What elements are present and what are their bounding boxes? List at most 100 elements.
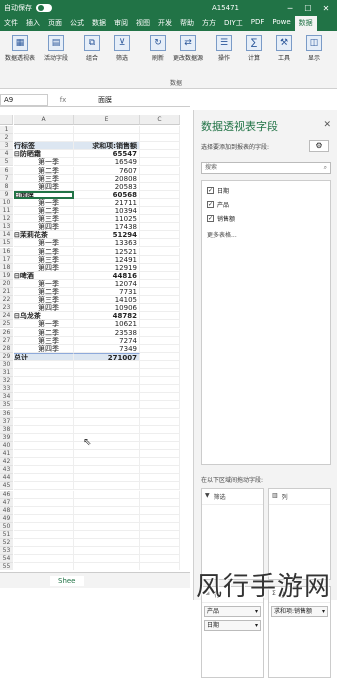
pivot-row-label[interactable] bbox=[14, 360, 74, 369]
table-cell[interactable] bbox=[140, 555, 180, 564]
row-header[interactable]: 52 bbox=[0, 539, 13, 548]
close-icon[interactable]: ✕ bbox=[323, 120, 331, 130]
table-cell[interactable] bbox=[140, 134, 180, 143]
table-cell[interactable] bbox=[140, 239, 180, 248]
field-checkbox[interactable]: ✓ bbox=[207, 201, 214, 208]
row-header[interactable]: 30 bbox=[0, 360, 13, 369]
row-header[interactable]: 37 bbox=[0, 417, 13, 426]
ribbon-tab[interactable]: 开发 bbox=[154, 16, 176, 31]
ribbon-button-active-field[interactable]: ▤ 活动字段 bbox=[38, 35, 74, 62]
pivot-value-cell[interactable] bbox=[74, 506, 140, 515]
row-header[interactable]: 26 bbox=[0, 328, 13, 337]
pivot-value-cell[interactable]: 16549 bbox=[74, 158, 140, 167]
table-cell[interactable] bbox=[140, 190, 180, 199]
pivot-value-cell[interactable]: 11025 bbox=[74, 215, 140, 224]
table-cell[interactable] bbox=[140, 166, 180, 175]
row-header[interactable]: 38 bbox=[0, 425, 13, 434]
table-cell[interactable] bbox=[140, 320, 180, 329]
pivot-row-label[interactable] bbox=[14, 514, 74, 523]
name-box[interactable]: A9 bbox=[0, 93, 48, 106]
table-cell[interactable] bbox=[140, 441, 180, 450]
table-cell[interactable] bbox=[140, 417, 180, 426]
pivot-value-cell[interactable]: 12919 bbox=[74, 263, 140, 272]
table-cell[interactable] bbox=[140, 474, 180, 483]
ribbon-tab[interactable]: 视图 bbox=[132, 16, 154, 31]
pivot-row-label[interactable]: 第四季 bbox=[14, 182, 74, 191]
table-cell[interactable] bbox=[140, 377, 180, 386]
pivot-value-cell[interactable] bbox=[74, 417, 140, 426]
pivot-row-label[interactable]: 第二季 bbox=[14, 247, 74, 256]
row-header[interactable]: 53 bbox=[0, 547, 13, 556]
row-header[interactable]: 46 bbox=[0, 490, 13, 499]
row-header[interactable]: 16 bbox=[0, 247, 13, 256]
row-header[interactable]: 3 bbox=[0, 142, 13, 151]
table-cell[interactable] bbox=[140, 142, 180, 151]
pivot-row-label[interactable] bbox=[14, 531, 74, 540]
pivot-value-cell[interactable] bbox=[74, 522, 140, 531]
table-cell[interactable] bbox=[140, 174, 180, 183]
pivot-value-cell[interactable] bbox=[74, 466, 140, 475]
column-header-c[interactable]: C bbox=[140, 115, 180, 125]
row-header[interactable]: 20 bbox=[0, 279, 13, 288]
table-cell[interactable] bbox=[140, 547, 180, 556]
row-header[interactable]: 7 bbox=[0, 174, 13, 183]
pivot-row-label[interactable]: ⊟面膜 bbox=[14, 190, 74, 199]
pivot-row-label[interactable] bbox=[14, 555, 74, 564]
pivot-value-cell[interactable]: 21711 bbox=[74, 198, 140, 207]
gear-icon[interactable]: ⚙ bbox=[309, 140, 329, 152]
row-header[interactable]: 34 bbox=[0, 393, 13, 402]
minimize-button[interactable]: ─ bbox=[283, 4, 297, 13]
ribbon-tab[interactable]: 文件 bbox=[0, 16, 22, 31]
row-header[interactable]: 14 bbox=[0, 231, 13, 240]
pivot-value-cell[interactable] bbox=[74, 514, 140, 523]
fx-icon[interactable]: fx bbox=[48, 96, 78, 104]
more-tables-link[interactable]: 更多表格... bbox=[207, 230, 330, 239]
values-field-chip[interactable]: 求和项:销售额 bbox=[271, 606, 328, 617]
pivot-row-label[interactable] bbox=[14, 369, 74, 378]
table-cell[interactable] bbox=[140, 279, 180, 288]
pivot-value-cell[interactable]: 20808 bbox=[74, 174, 140, 183]
table-cell[interactable] bbox=[140, 126, 180, 135]
row-header[interactable]: 9 bbox=[0, 190, 13, 199]
pivot-value-cell[interactable] bbox=[74, 360, 140, 369]
field-checkbox[interactable]: ✓ bbox=[207, 215, 214, 222]
pivot-value-cell[interactable]: 12074 bbox=[74, 279, 140, 288]
row-header[interactable]: 50 bbox=[0, 522, 13, 531]
pivot-row-label[interactable] bbox=[14, 126, 74, 135]
row-header[interactable]: 49 bbox=[0, 514, 13, 523]
row-header[interactable]: 48 bbox=[0, 506, 13, 515]
pivot-value-cell[interactable]: 7607 bbox=[74, 166, 140, 175]
table-cell[interactable] bbox=[140, 522, 180, 531]
pivot-value-cell[interactable]: 7274 bbox=[74, 336, 140, 345]
sheet-tab[interactable]: Shee bbox=[50, 575, 84, 586]
pivot-value-cell[interactable] bbox=[74, 498, 140, 507]
pivot-value-cell[interactable]: 44816 bbox=[74, 271, 140, 280]
field-item[interactable]: ✓ 产品 bbox=[207, 200, 330, 209]
field-item[interactable]: ✓ 销售额 bbox=[207, 214, 330, 223]
pivot-row-label[interactable]: 第三季 bbox=[14, 215, 74, 224]
pivot-row-label[interactable] bbox=[14, 134, 74, 143]
row-header[interactable]: 41 bbox=[0, 450, 13, 459]
pivot-row-label[interactable]: 第一季 bbox=[14, 279, 74, 288]
pivot-row-label[interactable]: 第二季 bbox=[14, 166, 74, 175]
table-cell[interactable] bbox=[140, 498, 180, 507]
table-cell[interactable] bbox=[140, 506, 180, 515]
pivot-value-cell[interactable]: 23538 bbox=[74, 328, 140, 337]
pivot-row-label[interactable] bbox=[14, 385, 74, 394]
row-header[interactable]: 29 bbox=[0, 352, 13, 361]
pivot-value-cell[interactable]: 20583 bbox=[74, 182, 140, 191]
pivot-row-label[interactable] bbox=[14, 474, 74, 483]
row-header[interactable]: 28 bbox=[0, 344, 13, 353]
pivot-row-label[interactable] bbox=[14, 393, 74, 402]
pivot-value-cell[interactable] bbox=[74, 409, 140, 418]
row-header[interactable]: 42 bbox=[0, 458, 13, 467]
table-cell[interactable] bbox=[140, 401, 180, 410]
table-cell[interactable] bbox=[140, 344, 180, 353]
pivot-value-cell[interactable]: 17438 bbox=[74, 223, 140, 232]
row-header[interactable]: 36 bbox=[0, 409, 13, 418]
table-cell[interactable] bbox=[140, 271, 180, 280]
pivot-row-label[interactable]: 第三季 bbox=[14, 255, 74, 264]
table-cell[interactable] bbox=[140, 207, 180, 216]
pivot-row-label[interactable]: ⊟啤酒 bbox=[14, 271, 74, 280]
close-window-button[interactable]: ✕ bbox=[319, 4, 333, 13]
